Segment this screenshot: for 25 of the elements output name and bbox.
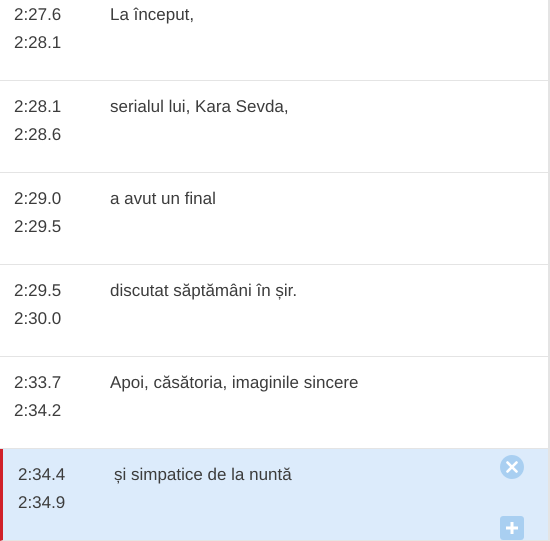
- subtitle-text: discutat săptămâni în șir.: [110, 280, 298, 302]
- start-time: 2:29.5: [14, 280, 62, 302]
- subtitle-row[interactable]: 2:29.5 2:30.0 discutat săptămâni în șir.: [0, 265, 548, 357]
- end-time: 2:34.9: [18, 492, 66, 514]
- subtitle-row[interactable]: 2:34.4 2:34.9 și simpatice de la nuntă: [0, 449, 548, 541]
- close-icon[interactable]: [500, 455, 524, 479]
- end-time: 2:29.5: [14, 216, 62, 238]
- subtitle-text: Apoi, căsătoria, imaginile sincere: [110, 372, 359, 394]
- subtitle-row[interactable]: 2:27.6 2:28.1 La început,: [0, 0, 548, 81]
- subtitle-row[interactable]: 2:29.0 2:29.5 a avut un final: [0, 173, 548, 265]
- start-time: 2:27.6: [14, 4, 62, 26]
- end-time: 2:28.1: [14, 32, 62, 54]
- end-time: 2:28.6: [14, 124, 62, 146]
- start-time: 2:33.7: [14, 372, 62, 394]
- start-time: 2:28.1: [14, 96, 62, 118]
- end-time: 2:34.2: [14, 400, 62, 422]
- start-time: 2:29.0: [14, 188, 62, 210]
- subtitle-text: și simpatice de la nuntă: [114, 464, 292, 486]
- subtitle-text: serialul lui, Kara Sevda,: [110, 96, 289, 118]
- subtitle-text: La început,: [110, 4, 194, 26]
- subtitle-text: a avut un final: [110, 188, 216, 210]
- end-time: 2:30.0: [14, 308, 62, 330]
- start-time: 2:34.4: [18, 464, 66, 486]
- subtitle-row[interactable]: 2:28.1 2:28.6 serialul lui, Kara Sevda,: [0, 81, 548, 173]
- add-icon[interactable]: [500, 516, 524, 540]
